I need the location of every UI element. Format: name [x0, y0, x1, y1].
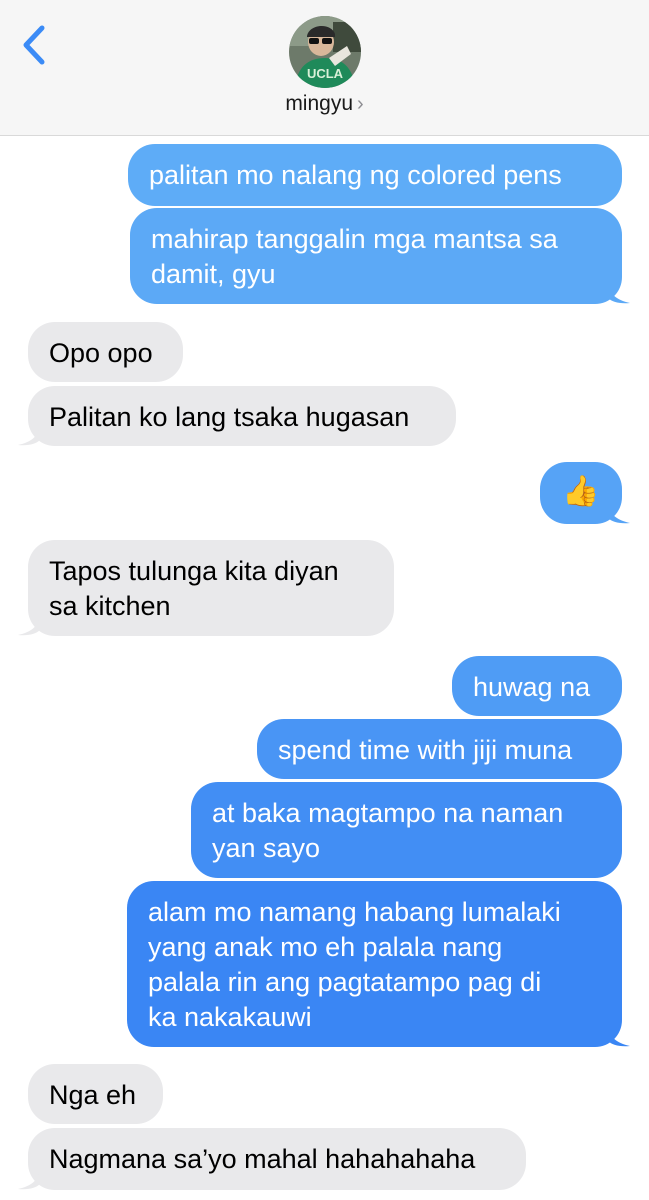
incoming-message[interactable]: Tapos tulunga kita diyan sa kitchen — [28, 540, 394, 636]
bubble-tail — [18, 426, 40, 446]
bubble-tail — [18, 1170, 40, 1190]
outgoing-message[interactable]: mahirap tanggalin mga mantsa sa damit, g… — [130, 208, 622, 304]
chevron-left-icon — [23, 25, 45, 65]
incoming-message[interactable]: Palitan ko lang tsaka hugasan — [28, 386, 456, 446]
outgoing-message[interactable]: alam mo namang habang lumalaki yang anak… — [127, 881, 622, 1047]
thumbs-up-emoji: 👍 — [562, 475, 600, 508]
conversation-header: UCLA mingyu › — [0, 0, 649, 136]
bubble-tail — [608, 284, 630, 304]
outgoing-message[interactable]: at baka magtampo na naman yan sayo — [191, 782, 622, 878]
bubble-tail — [608, 1027, 630, 1047]
incoming-message[interactable]: Nagmana sa’yo mahal hahahahaha — [28, 1128, 526, 1190]
outgoing-message[interactable]: huwag na — [452, 656, 622, 716]
svg-text:UCLA: UCLA — [307, 66, 344, 81]
back-button[interactable] — [14, 22, 54, 68]
avatar[interactable]: UCLA — [289, 16, 361, 88]
contact-photo: UCLA — [289, 16, 361, 88]
incoming-message[interactable]: Nga eh — [28, 1064, 163, 1124]
contact-name-button[interactable]: mingyu › — [0, 92, 649, 116]
outgoing-message[interactable]: palitan mo nalang ng colored pens — [128, 144, 622, 206]
outgoing-message[interactable]: spend time with jiji muna — [257, 719, 622, 779]
bubble-tail — [18, 616, 40, 636]
chevron-right-icon: › — [357, 93, 364, 115]
contact-name: mingyu — [285, 92, 354, 115]
bubble-tail — [608, 504, 630, 524]
incoming-message[interactable]: Opo opo — [28, 322, 183, 382]
